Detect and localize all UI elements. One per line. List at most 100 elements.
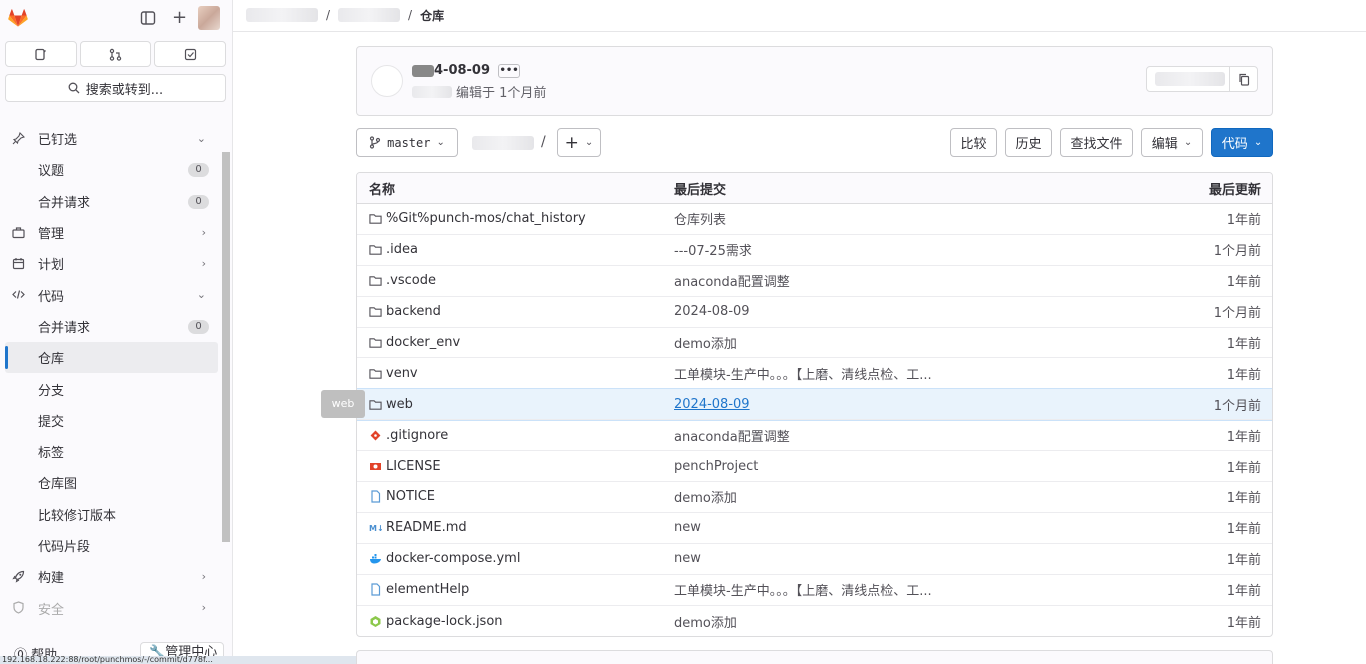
merge-requests-quick-button[interactable] — [79, 41, 152, 67]
sidebar-item-label: 合并请求 — [38, 320, 91, 336]
file-name-link[interactable]: .idea — [386, 242, 418, 257]
repo-path-redacted[interactable] — [472, 136, 534, 150]
file-name-cell[interactable]: %Git%punch-mos/chat_history — [357, 211, 662, 226]
file-name-cell[interactable]: .vscode — [357, 273, 662, 288]
sidebar-item-3[interactable]: 管理 › — [0, 217, 218, 248]
breadcrumb-current[interactable]: 仓库 — [420, 7, 444, 24]
commit-author-avatar[interactable] — [371, 65, 403, 97]
code-dropdown-button[interactable]: 代码 ⌄ — [1211, 128, 1273, 157]
file-name-link[interactable]: .gitignore — [386, 428, 448, 443]
commit-expand-button[interactable]: ••• — [498, 63, 521, 78]
file-name-cell[interactable]: venv — [357, 366, 662, 381]
file-name-cell[interactable]: .gitignore — [357, 428, 662, 443]
table-row[interactable]: package-lock.json demo添加 1年前 — [357, 606, 1272, 637]
file-name-link[interactable]: docker-compose.yml — [386, 551, 520, 566]
file-name-link[interactable]: LICENSE — [386, 459, 441, 474]
commit-message-link[interactable]: 2024-08-09 — [674, 304, 750, 319]
table-row[interactable]: docker_env demo添加 1年前 — [357, 328, 1272, 359]
commit-title[interactable]: 4-08-09 ••• — [412, 63, 521, 78]
sidebar-item-14[interactable]: 构建 › — [0, 561, 218, 592]
branch-selector[interactable]: master ⌄ — [356, 128, 458, 157]
file-name-link[interactable]: elementHelp — [386, 582, 469, 597]
commit-message-link[interactable]: 工单模块-生产中。。。【上磨、清线点检、工... — [674, 368, 932, 383]
table-row[interactable]: elementHelp 工单模块-生产中。。。【上磨、清线点检、工... 1年前 — [357, 575, 1272, 606]
file-name-cell[interactable]: web — [357, 397, 662, 412]
sidebar-item-12[interactable]: 比较修订版本 — [0, 499, 218, 530]
search-button[interactable]: 搜索或转到... — [5, 74, 226, 102]
file-name-cell[interactable]: docker-compose.yml — [357, 551, 662, 566]
sidebar-item-4[interactable]: 计划 › — [0, 248, 218, 279]
sidebar-item-9[interactable]: 提交 — [0, 405, 218, 436]
edit-dropdown-button[interactable]: 编辑 ⌄ — [1141, 128, 1203, 157]
find-file-button[interactable]: 查找文件 — [1060, 128, 1133, 157]
commit-message-link[interactable]: demo添加 — [674, 616, 737, 631]
sidebar-item-2[interactable]: 合并请求 0 — [0, 186, 218, 217]
table-row[interactable]: backend 2024-08-09 1个月前 — [357, 297, 1272, 328]
breadcrumb-project-redacted[interactable] — [338, 8, 401, 22]
create-new-icon[interactable]: + — [172, 7, 187, 28]
commit-author-redacted[interactable] — [412, 85, 452, 98]
file-name-cell[interactable]: elementHelp — [357, 582, 662, 597]
file-name-link[interactable]: docker_env — [386, 335, 460, 350]
file-name-link[interactable]: NOTICE — [386, 489, 435, 504]
commit-message-link[interactable]: 仓库列表 — [674, 213, 726, 228]
issues-quick-button[interactable] — [5, 41, 77, 67]
file-name-cell[interactable]: package-lock.json — [357, 614, 662, 629]
sidebar-item-6[interactable]: 合并请求 0 — [0, 311, 218, 342]
compare-button[interactable]: 比较 — [950, 128, 997, 157]
table-row[interactable]: .idea ---07-25需求 1个月前 — [357, 235, 1272, 266]
sidebar-item-0[interactable]: 已钉选 ⌄ — [0, 123, 218, 154]
table-row[interactable]: .vscode anaconda配置调整 1年前 — [357, 266, 1272, 297]
commit-sha-box[interactable] — [1146, 66, 1258, 92]
commit-message-link[interactable]: new — [674, 520, 701, 535]
file-name-link[interactable]: %Git%punch-mos/chat_history — [386, 211, 586, 226]
file-name-link[interactable]: backend — [386, 304, 441, 319]
table-row[interactable]: M↓ README.md new 1年前 — [357, 513, 1272, 544]
sidebar-item-13[interactable]: 代码片段 — [0, 530, 218, 561]
sidebar-item-7[interactable]: 仓库 — [5, 342, 218, 374]
commit-message-link[interactable]: anaconda配置调整 — [674, 275, 790, 290]
history-button[interactable]: 历史 — [1005, 128, 1052, 157]
table-row[interactable]: %Git%punch-mos/chat_history 仓库列表 1年前 — [357, 204, 1272, 235]
commit-message-link[interactable]: penchProject — [674, 459, 758, 474]
commit-message-link[interactable]: 工单模块-生产中。。。【上磨、清线点检、工... — [674, 584, 932, 599]
commit-message-link[interactable]: 2024-08-09 — [674, 397, 750, 412]
add-to-tree-button[interactable]: + ⌄ — [557, 128, 601, 157]
breadcrumb-group-redacted[interactable] — [246, 8, 318, 22]
table-row[interactable]: NOTICE demo添加 1年前 — [357, 482, 1272, 513]
file-name-link[interactable]: .vscode — [386, 273, 436, 288]
file-name-link[interactable]: package-lock.json — [386, 614, 503, 629]
commit-message-link[interactable]: demo添加 — [674, 491, 737, 506]
file-name-cell[interactable]: .idea — [357, 242, 662, 257]
table-row[interactable]: docker-compose.yml new 1年前 — [357, 544, 1272, 575]
file-name-cell[interactable]: M↓ README.md — [357, 520, 662, 535]
commit-message-link[interactable]: anaconda配置调整 — [674, 430, 790, 445]
sidebar-item-5[interactable]: 代码 ⌄ — [0, 279, 218, 310]
sidebar-scrollbar[interactable] — [220, 110, 232, 634]
table-row[interactable]: venv 工单模块-生产中。。。【上磨、清线点检、工... 1年前 — [357, 358, 1272, 390]
commit-message-link[interactable]: ---07-25需求 — [674, 244, 752, 259]
sidebar-item-11[interactable]: 仓库图 — [0, 467, 218, 498]
scrollbar-thumb[interactable] — [222, 152, 230, 542]
sidebar-item-10[interactable]: 标签 — [0, 436, 218, 467]
file-name-link[interactable]: venv — [386, 366, 418, 381]
sidebar-item-8[interactable]: 分支 — [0, 373, 218, 404]
gitlab-logo[interactable] — [8, 9, 28, 27]
commit-message-link[interactable]: demo添加 — [674, 337, 737, 352]
sidebar-item-1[interactable]: 议题 0 — [0, 154, 218, 185]
file-name-cell[interactable]: backend — [357, 304, 662, 319]
sidebar-toggle-icon[interactable] — [140, 10, 156, 26]
file-name-cell[interactable]: LICENSE — [357, 459, 662, 474]
user-avatar[interactable] — [198, 6, 220, 30]
table-row[interactable]: web 2024-08-09 1个月前 — [357, 388, 1272, 422]
todos-quick-button[interactable] — [154, 41, 227, 67]
file-name-cell[interactable]: NOTICE — [357, 489, 662, 504]
file-name-link[interactable]: web — [386, 397, 413, 412]
table-row[interactable]: .gitignore anaconda配置调整 1年前 — [357, 420, 1272, 452]
file-name-cell[interactable]: docker_env — [357, 335, 662, 350]
commit-message-link[interactable]: new — [674, 551, 701, 566]
table-row[interactable]: LICENSE penchProject 1年前 — [357, 451, 1272, 483]
sidebar-item-15[interactable]: 安全 › — [0, 592, 218, 623]
copy-sha-button[interactable] — [1229, 67, 1257, 91]
file-name-link[interactable]: README.md — [386, 520, 467, 535]
